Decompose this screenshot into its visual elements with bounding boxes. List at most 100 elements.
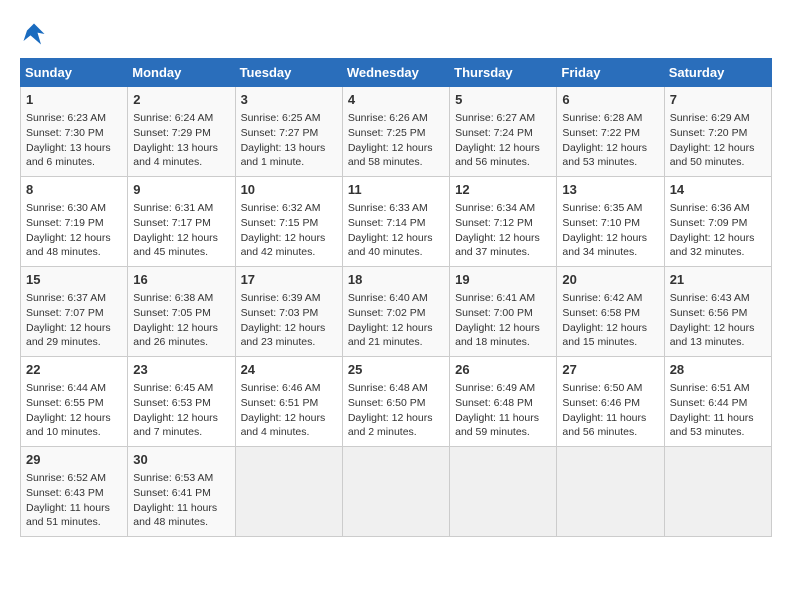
- day-number: 25: [348, 361, 444, 379]
- day-number: 29: [26, 451, 122, 469]
- daylight-text: Daylight: 12 hours and 2 minutes.: [348, 412, 433, 439]
- sunrise-text: Sunrise: 6:28 AM: [562, 112, 642, 124]
- day-number: 14: [670, 181, 766, 199]
- week-row-2: 8 Sunrise: 6:30 AM Sunset: 7:19 PM Daylight…: [21, 177, 772, 267]
- sunset-text: Sunset: 7:10 PM: [562, 217, 640, 229]
- sunset-text: Sunset: 6:56 PM: [670, 307, 748, 319]
- calendar-body: 1 Sunrise: 6:23 AM Sunset: 7:30 PM Daylight…: [21, 87, 772, 537]
- sunset-text: Sunset: 7:09 PM: [670, 217, 748, 229]
- sunrise-text: Sunrise: 6:46 AM: [241, 382, 321, 394]
- day-number: 16: [133, 271, 229, 289]
- sunrise-text: Sunrise: 6:26 AM: [348, 112, 428, 124]
- sunrise-text: Sunrise: 6:32 AM: [241, 202, 321, 214]
- day-number: 13: [562, 181, 658, 199]
- sunset-text: Sunset: 7:07 PM: [26, 307, 104, 319]
- sunset-text: Sunset: 7:30 PM: [26, 127, 104, 139]
- calendar-cell: 23Sunrise: 6:45 AMSunset: 6:53 PMDayligh…: [128, 357, 235, 447]
- sunset-text: Sunset: 7:20 PM: [670, 127, 748, 139]
- day-number: 30: [133, 451, 229, 469]
- calendar-cell: 11Sunrise: 6:33 AMSunset: 7:14 PMDayligh…: [342, 177, 449, 267]
- sunrise-text: Sunrise: 6:31 AM: [133, 202, 213, 214]
- daylight-text: Daylight: 12 hours and 37 minutes.: [455, 232, 540, 259]
- daylight-text: Daylight: 11 hours and 59 minutes.: [455, 412, 539, 439]
- sunrise-text: Sunrise: 6:37 AM: [26, 292, 106, 304]
- sunrise-text: Sunrise: 6:42 AM: [562, 292, 642, 304]
- daylight-text: Daylight: 12 hours and 45 minutes.: [133, 232, 218, 259]
- calendar-cell: 9Sunrise: 6:31 AMSunset: 7:17 PMDaylight…: [128, 177, 235, 267]
- daylight-text: Daylight: 12 hours and 50 minutes.: [670, 142, 755, 169]
- calendar-cell: [557, 447, 664, 537]
- sunrise-text: Sunrise: 6:53 AM: [133, 472, 213, 484]
- sunrise-text: Sunrise: 6:29 AM: [670, 112, 750, 124]
- day-number: 24: [241, 361, 337, 379]
- sunset-text: Sunset: 7:22 PM: [562, 127, 640, 139]
- sunrise-text: Sunrise: 6:23 AM: [26, 112, 106, 124]
- day-number: 4: [348, 91, 444, 109]
- sunrise-text: Sunrise: 6:50 AM: [562, 382, 642, 394]
- day-number: 17: [241, 271, 337, 289]
- calendar-cell: 7Sunrise: 6:29 AMSunset: 7:20 PMDaylight…: [664, 87, 771, 177]
- sunset-text: Sunset: 6:44 PM: [670, 397, 748, 409]
- sunset-text: Sunset: 6:41 PM: [133, 487, 211, 499]
- calendar-cell: [235, 447, 342, 537]
- sunset-text: Sunset: 6:43 PM: [26, 487, 104, 499]
- calendar-cell: 16Sunrise: 6:38 AMSunset: 7:05 PMDayligh…: [128, 267, 235, 357]
- sunset-text: Sunset: 7:25 PM: [348, 127, 426, 139]
- logo: [20, 20, 52, 48]
- calendar-table: SundayMondayTuesdayWednesdayThursdayFrid…: [20, 58, 772, 537]
- calendar-cell: 22Sunrise: 6:44 AMSunset: 6:55 PMDayligh…: [21, 357, 128, 447]
- day-number: 23: [133, 361, 229, 379]
- calendar-cell: 20Sunrise: 6:42 AMSunset: 6:58 PMDayligh…: [557, 267, 664, 357]
- calendar-cell: 27Sunrise: 6:50 AMSunset: 6:46 PMDayligh…: [557, 357, 664, 447]
- sunset-text: Sunset: 6:51 PM: [241, 397, 319, 409]
- sunset-text: Sunset: 7:05 PM: [133, 307, 211, 319]
- sunrise-text: Sunrise: 6:41 AM: [455, 292, 535, 304]
- day-number: 1: [26, 91, 122, 109]
- calendar-cell: 13Sunrise: 6:35 AMSunset: 7:10 PMDayligh…: [557, 177, 664, 267]
- calendar-cell: 28Sunrise: 6:51 AMSunset: 6:44 PMDayligh…: [664, 357, 771, 447]
- daylight-text: Daylight: 12 hours and 26 minutes.: [133, 322, 218, 349]
- calendar-cell: 4Sunrise: 6:26 AMSunset: 7:25 PMDaylight…: [342, 87, 449, 177]
- daylight-text: Daylight: 12 hours and 23 minutes.: [241, 322, 326, 349]
- sunset-text: Sunset: 7:19 PM: [26, 217, 104, 229]
- day-number: 2: [133, 91, 229, 109]
- logo-bird-icon: [20, 20, 48, 48]
- calendar-cell: 10Sunrise: 6:32 AMSunset: 7:15 PMDayligh…: [235, 177, 342, 267]
- sunset-text: Sunset: 6:53 PM: [133, 397, 211, 409]
- sunset-text: Sunset: 7:29 PM: [133, 127, 211, 139]
- daylight-text: Daylight: 13 hours and 6 minutes.: [26, 142, 111, 169]
- sunrise-text: Sunrise: 6:30 AM: [26, 202, 106, 214]
- calendar-cell: 14Sunrise: 6:36 AMSunset: 7:09 PMDayligh…: [664, 177, 771, 267]
- day-number: 27: [562, 361, 658, 379]
- page-header: [20, 20, 772, 48]
- day-number: 10: [241, 181, 337, 199]
- daylight-text: Daylight: 12 hours and 34 minutes.: [562, 232, 647, 259]
- day-number: 3: [241, 91, 337, 109]
- sunrise-text: Sunrise: 6:43 AM: [670, 292, 750, 304]
- sunset-text: Sunset: 7:14 PM: [348, 217, 426, 229]
- day-number: 8: [26, 181, 122, 199]
- sunset-text: Sunset: 6:55 PM: [26, 397, 104, 409]
- column-header-tuesday: Tuesday: [235, 59, 342, 87]
- sunrise-text: Sunrise: 6:45 AM: [133, 382, 213, 394]
- day-number: 6: [562, 91, 658, 109]
- sunrise-text: Sunrise: 6:48 AM: [348, 382, 428, 394]
- day-number: 22: [26, 361, 122, 379]
- calendar-cell: 8Sunrise: 6:30 AMSunset: 7:19 PMDaylight…: [21, 177, 128, 267]
- calendar-cell: 6Sunrise: 6:28 AMSunset: 7:22 PMDaylight…: [557, 87, 664, 177]
- sunset-text: Sunset: 7:15 PM: [241, 217, 319, 229]
- calendar-cell: [342, 447, 449, 537]
- column-header-saturday: Saturday: [664, 59, 771, 87]
- daylight-text: Daylight: 12 hours and 13 minutes.: [670, 322, 755, 349]
- calendar-header-row: SundayMondayTuesdayWednesdayThursdayFrid…: [21, 59, 772, 87]
- day-number: 5: [455, 91, 551, 109]
- week-row-5: 29Sunrise: 6:52 AMSunset: 6:43 PMDayligh…: [21, 447, 772, 537]
- daylight-text: Daylight: 12 hours and 32 minutes.: [670, 232, 755, 259]
- sunset-text: Sunset: 7:00 PM: [455, 307, 533, 319]
- calendar-cell: 3Sunrise: 6:25 AMSunset: 7:27 PMDaylight…: [235, 87, 342, 177]
- week-row-1: 1 Sunrise: 6:23 AM Sunset: 7:30 PM Daylight…: [21, 87, 772, 177]
- day-number: 26: [455, 361, 551, 379]
- daylight-text: Daylight: 11 hours and 48 minutes.: [133, 502, 217, 529]
- calendar-cell: 21Sunrise: 6:43 AMSunset: 6:56 PMDayligh…: [664, 267, 771, 357]
- calendar-cell: 18Sunrise: 6:40 AMSunset: 7:02 PMDayligh…: [342, 267, 449, 357]
